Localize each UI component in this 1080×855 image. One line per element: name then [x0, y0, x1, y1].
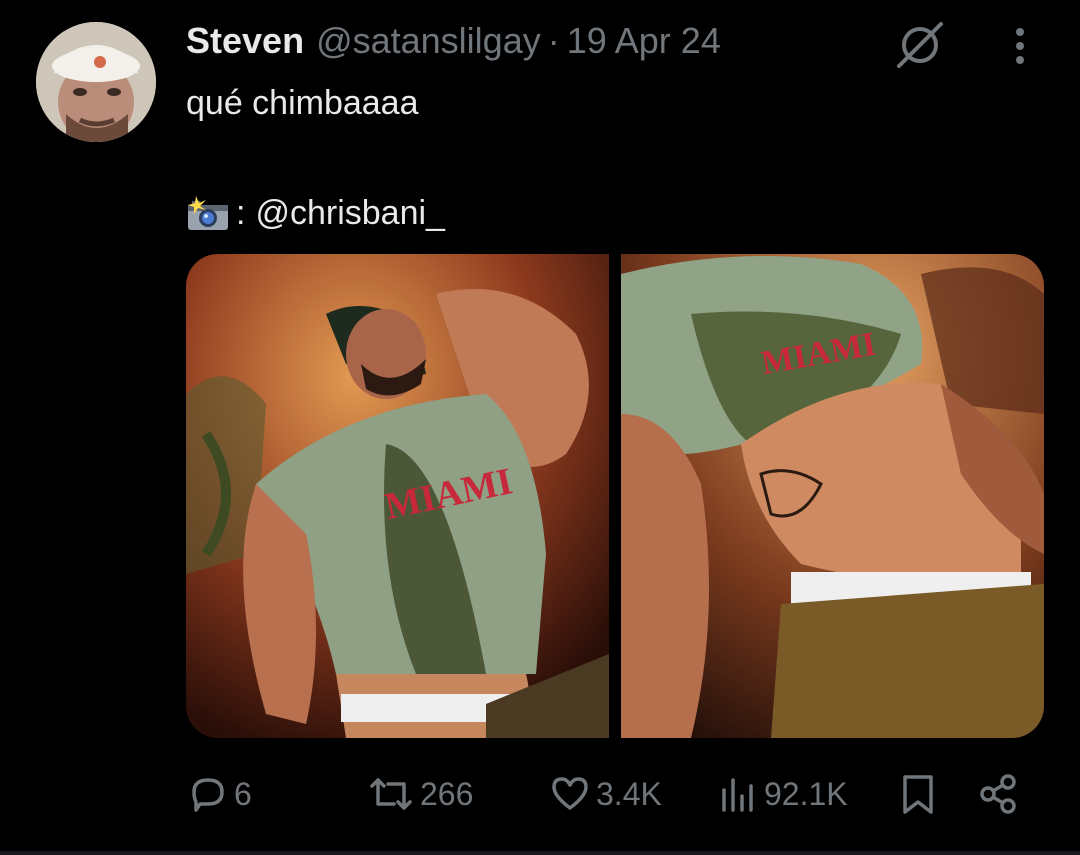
photo-2[interactable]: MIAMI [621, 254, 1044, 738]
reply-button[interactable]: 6 [186, 770, 252, 818]
grok-icon[interactable] [893, 20, 947, 68]
repost-icon [370, 778, 412, 810]
credit-mention-link[interactable]: @chrisbani_ [255, 194, 445, 233]
author-handle[interactable]: @satanslilgay [316, 20, 541, 62]
tweet-date[interactable]: 19 Apr 24 [567, 20, 721, 62]
photo-1[interactable]: MIAMI [186, 254, 609, 738]
share-button[interactable] [976, 770, 1020, 818]
reply-count: 6 [234, 775, 252, 812]
tweet-text: qué chimbaaaa [186, 84, 419, 122]
more-options-icon[interactable] [1000, 24, 1040, 68]
tweet-header: Steven @satanslilgay · 19 Apr 24 [186, 20, 721, 68]
separator-dot: · [547, 20, 560, 61]
tweet: Steven @satanslilgay · 19 Apr 24 qué chi… [0, 0, 1080, 855]
repost-count: 266 [420, 775, 474, 812]
like-count: 3.4K [596, 775, 662, 812]
photo-credit: : @chrisbani_ [186, 194, 445, 233]
repost-button[interactable]: 266 [366, 770, 473, 818]
divider [0, 851, 1080, 855]
media-gallery: MIAMI MIAMI [186, 254, 1044, 738]
avatar[interactable] [36, 22, 156, 142]
avatar-image [36, 22, 156, 142]
views-chart-icon [722, 778, 753, 812]
like-button[interactable]: 3.4K [548, 770, 662, 818]
share-icon [980, 774, 1016, 814]
bookmark-button[interactable] [896, 770, 940, 818]
reply-icon [192, 778, 224, 812]
views-button[interactable]: 92.1K [716, 770, 848, 818]
credit-colon: : [236, 194, 246, 232]
bookmark-icon [903, 775, 933, 814]
author-name[interactable]: Steven [186, 20, 304, 62]
heart-icon [552, 777, 588, 810]
action-bar: 6 266 3.4K 92.1K [186, 770, 1044, 818]
camera-flash-icon [188, 195, 228, 230]
views-count: 92.1K [764, 775, 848, 812]
